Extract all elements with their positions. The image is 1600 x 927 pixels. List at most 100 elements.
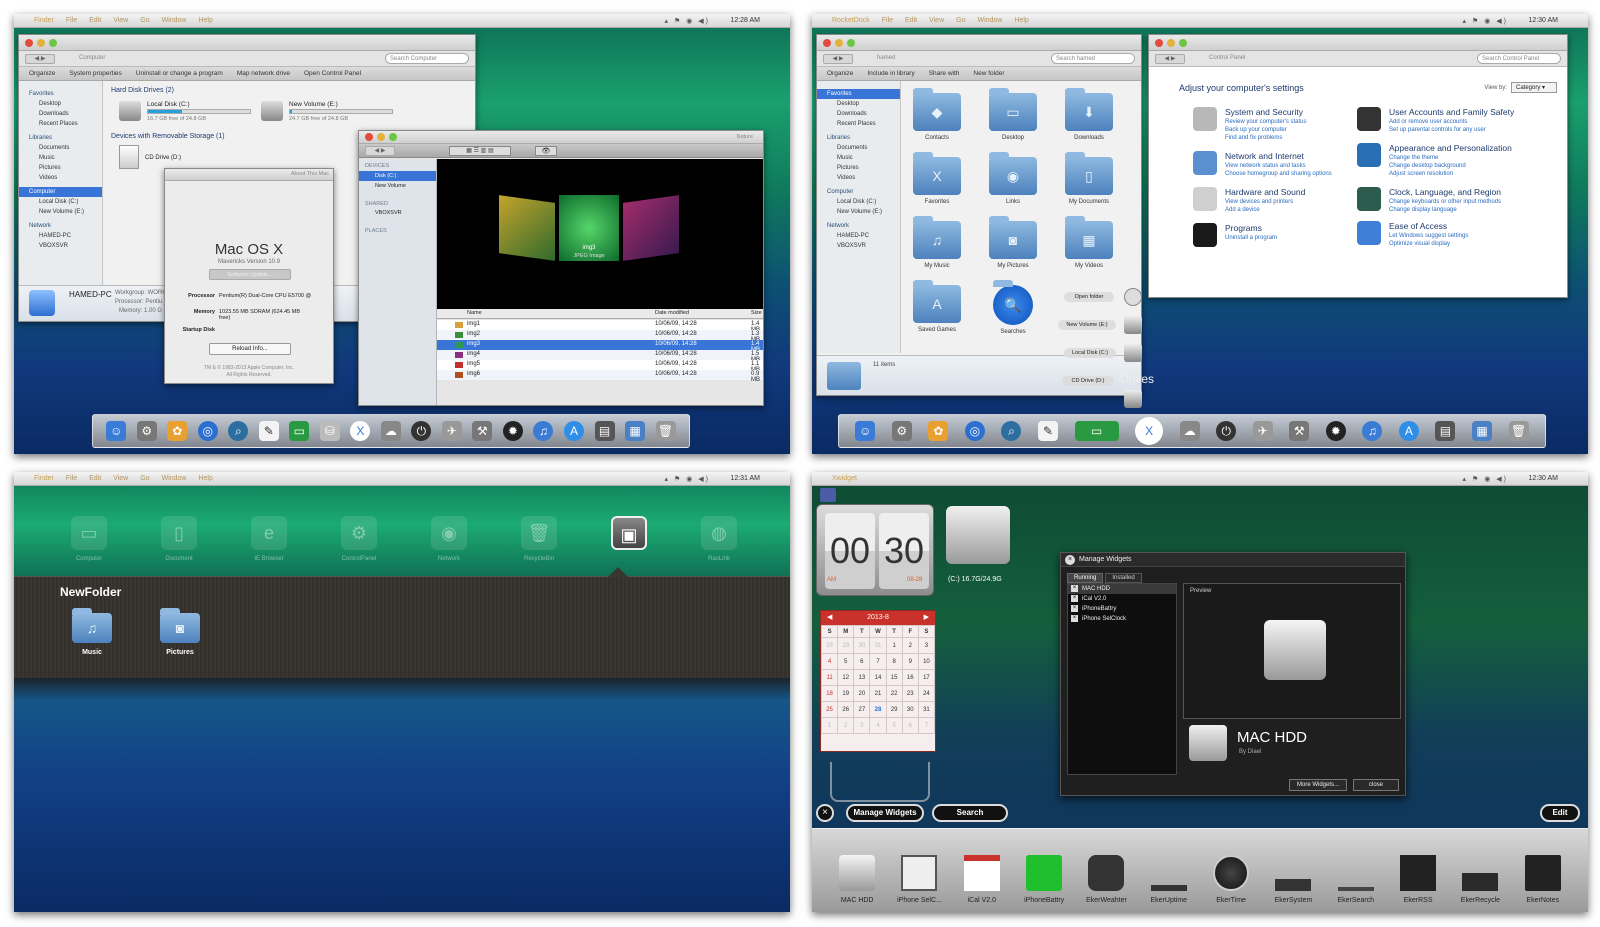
calendar-day[interactable]: 30 [901,701,919,718]
launcher-item[interactable]: ▭ Computer [54,516,124,566]
category-link[interactable]: Adjust screen resolution [1389,170,1559,178]
minimize-button[interactable] [37,39,45,47]
new-folder-button[interactable]: New folder [973,70,1004,77]
menu-clock[interactable]: 12:31 AM [730,475,760,482]
cover-flow-view[interactable]: img3 JPEG Image [437,159,763,309]
share-with-button[interactable]: Share with [929,70,960,77]
zoom-button[interactable] [847,39,855,47]
calendar-day[interactable]: 4 [869,717,887,734]
folder-tile[interactable]: ◉ Links [983,152,1043,205]
organize-button[interactable]: Organize [827,70,853,77]
stack-cd-drive[interactable]: CD Drive (D:) [1062,376,1114,386]
calendar-day[interactable]: 2 [837,717,855,734]
bird-icon[interactable]: ✈ [441,421,462,441]
file-row[interactable]: img410/06/09, 14:281.5 MB [437,350,763,363]
calendar-day[interactable]: 24 [917,685,936,702]
notes-icon[interactable]: ✎ [258,421,279,441]
calendar-day[interactable]: 28 [869,701,887,718]
gear-icon[interactable]: ✹ [1325,421,1346,441]
sidebar-item[interactable]: Documents [817,143,900,153]
menu-window[interactable]: Window [977,17,1002,24]
remove-widget-icon[interactable]: × [1071,595,1078,602]
remove-widget-icon[interactable]: × [1071,605,1078,612]
menu-edit[interactable]: Edit [905,17,917,24]
menu-app-name[interactable]: RocketDock [832,17,870,24]
itunes-icon[interactable]: ♫ [1362,421,1383,441]
flip-clock-widget[interactable]: 00 30 AM 08-28 [816,504,934,596]
widget-tray-icon[interactable] [820,488,836,502]
folder-tile[interactable]: ▯ My Documents [1059,152,1119,205]
window-icon[interactable]: ▦ [1472,421,1493,441]
tab-running[interactable]: Running [1067,573,1104,583]
category-heading[interactable]: User Accounts and Family Safety [1389,107,1559,117]
folder-tile[interactable]: ◙ My Pictures [983,216,1043,269]
safari-icon[interactable]: ◎ [197,421,218,441]
reload-info-button[interactable]: Reload Info... [209,343,291,355]
menu-view[interactable]: View [113,475,128,482]
uninstall-program-button[interactable]: Uninstall or change a program [136,70,223,77]
software-update-button[interactable]: Software Update... [209,269,291,280]
address-bar[interactable]: ◀ ▶ hamed Search hamed [817,51,1141,67]
cloud-icon[interactable]: ☁ [1179,421,1200,441]
address-path[interactable]: Control Panel [1209,55,1245,61]
close-circle-icon[interactable]: × [816,804,834,822]
calendar-day[interactable]: 25 [820,701,839,718]
calendar-widget[interactable]: ◀ 2013-8 ▶ S M T W T F S 28 29 30 31 1 2 3 4 5 6 7 8 9 10 11 1… [820,610,936,752]
close-button[interactable] [1155,39,1163,47]
calendar-day[interactable]: 12 [837,669,855,686]
calendar-day[interactable]: 1 [885,637,903,654]
include-in-library-button[interactable]: Include in library [867,70,914,77]
tab-installed[interactable]: Installed [1105,573,1142,583]
group-hard-disks[interactable]: Hard Disk Drives (2) [111,87,174,94]
system-prefs-icon[interactable]: ⚙ [136,421,157,441]
sidebar-item-vboxsvr[interactable]: VBOXSVR [359,207,436,218]
cd-drive-name[interactable]: CD Drive (D:) [145,155,181,161]
menu-clock[interactable]: 12:28 AM [730,17,760,24]
title-bar[interactable]: About This Mac [165,169,333,181]
menu-app-name[interactable]: Xwidget [832,475,857,482]
gear-icon[interactable]: ✹ [502,421,523,441]
gallery-widget[interactable]: iPhone SelC... [891,855,947,904]
address-path[interactable]: Computer [79,55,105,61]
stack-new-volume[interactable]: New Volume (E:) [1058,320,1116,330]
close-button[interactable] [365,133,373,141]
back-forward-buttons[interactable]: ◀ ▶ [365,146,395,156]
launcher-item[interactable]: ▯ Document [144,516,214,566]
calendar-day[interactable]: 6 [853,653,871,670]
open-control-panel-button[interactable]: Open Control Panel [304,70,361,77]
manage-widgets-button[interactable]: Manage Widgets [846,804,924,822]
calendar-day[interactable]: 22 [885,685,903,702]
category-link[interactable]: Let Windows suggest settings [1389,232,1559,240]
folder-tile[interactable]: ⬇ Downloads [1059,88,1119,141]
cover-image-left[interactable] [499,195,555,261]
gallery-widget[interactable]: EkerSystem [1265,879,1321,904]
menu-go[interactable]: Go [140,17,149,24]
gallery-widget[interactable]: EkerNotes [1515,855,1571,904]
hdd-widget-icon[interactable] [946,506,1010,564]
folder-tile[interactable]: 🔍 Searches [983,280,1043,335]
gallery-widget[interactable]: EkerRecycle [1452,873,1508,904]
search-icon[interactable]: ⌕ [228,421,249,441]
stack-open-folder[interactable]: Open folder [1064,292,1114,302]
control-category[interactable]: Clock, Language, and Region Change keyboa… [1357,187,1559,214]
file-row[interactable]: img6 10/06/09, 14:28 0.9 MB [437,370,763,383]
launcher-item[interactable]: ◉ Network [414,516,484,566]
sidebar-item[interactable]: Libraries [817,133,900,143]
search-input[interactable]: Search Computer [385,53,469,64]
column-size[interactable]: Size [751,310,762,316]
menu-view[interactable]: View [113,17,128,24]
sidebar-item[interactable]: Local Disk (C:) [817,197,900,207]
control-category[interactable]: Ease of Access Let Windows suggest settin… [1357,221,1559,248]
minimize-button[interactable] [835,39,843,47]
more-widgets-button[interactable]: More Widgets... [1289,779,1347,791]
calendar-day[interactable]: 23 [901,685,919,702]
sidebar-item[interactable]: Downloads [817,109,900,119]
folder-tile[interactable]: ▭ Desktop [983,88,1043,141]
calendar-day[interactable]: 16 [901,669,919,686]
sidebar-item[interactable]: Computer [817,187,900,197]
hard-drive-icon[interactable] [1124,316,1142,334]
column-date[interactable]: Date modified [655,310,689,316]
group-removable[interactable]: Devices with Removable Storage (1) [111,133,225,140]
sidebar-item[interactable]: Network [817,221,900,231]
launcher-item[interactable]: ◍ RasLink [684,516,754,566]
